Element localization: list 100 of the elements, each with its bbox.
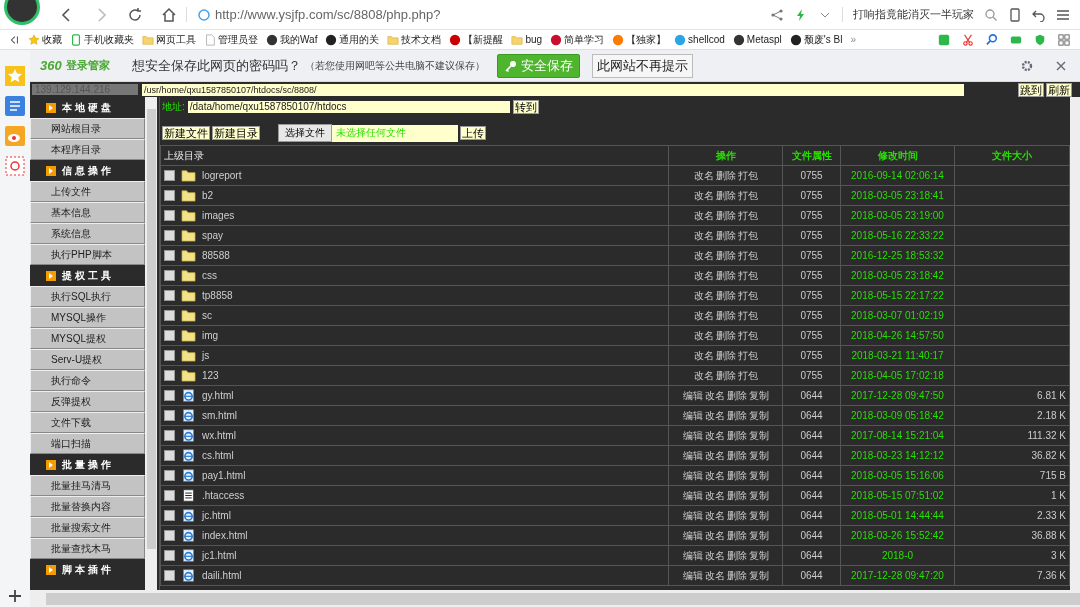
home-icon[interactable] — [160, 5, 178, 24]
menu-icon[interactable] — [1056, 7, 1070, 22]
action-link[interactable]: 删除 — [726, 569, 747, 581]
checkbox[interactable] — [164, 410, 175, 421]
sidebar-toggle-icon[interactable] — [8, 33, 20, 46]
file-name[interactable]: pay1.html — [202, 470, 246, 481]
menu-item[interactable]: 批量挂马清马 — [30, 475, 145, 496]
action-link[interactable]: 删除 — [715, 269, 736, 281]
document-icon[interactable] — [5, 96, 25, 116]
menu-item[interactable]: 端口扫描 — [30, 433, 145, 454]
action-link[interactable]: 删除 — [715, 249, 736, 261]
checkbox[interactable] — [164, 370, 175, 381]
bookmark-link[interactable]: 通用的关 — [339, 32, 380, 47]
action-link[interactable]: 编辑 — [682, 469, 703, 481]
file-name[interactable]: .htaccess — [202, 490, 245, 501]
action-link[interactable]: 删除 — [726, 389, 747, 401]
action-link[interactable]: 改名 — [704, 409, 725, 421]
bookmark-link[interactable]: 【独家】 — [626, 32, 667, 47]
action-link[interactable]: 打包 — [737, 269, 758, 281]
action-link[interactable]: 删除 — [715, 209, 736, 221]
file-name[interactable]: logreport — [202, 170, 242, 181]
tablet-icon[interactable] — [1008, 7, 1022, 22]
action-link[interactable]: 删除 — [726, 469, 747, 481]
checkbox[interactable] — [164, 470, 175, 481]
menu-item[interactable]: 执行命令 — [30, 370, 145, 391]
settings-icon[interactable] — [1020, 58, 1034, 73]
action-link[interactable]: 复制 — [748, 529, 769, 541]
file-name[interactable]: jc1.html — [202, 550, 237, 561]
file-name[interactable]: js — [202, 350, 210, 361]
action-link[interactable]: 删除 — [715, 289, 736, 301]
bookmark-link[interactable]: bug — [525, 34, 543, 45]
address-field[interactable]: /data/home/qxu1587850107/htdocs — [187, 101, 510, 113]
menu-item[interactable]: 基本信息 — [30, 202, 145, 223]
file-name[interactable]: index.html — [202, 530, 248, 541]
search-icon[interactable] — [984, 7, 998, 22]
bookmark-link[interactable]: Metaspl — [746, 34, 782, 45]
menu-scrollbar[interactable] — [145, 97, 157, 590]
bookmark-link[interactable]: 网页工具 — [156, 32, 196, 47]
reload-icon[interactable] — [126, 5, 144, 24]
bookmark-link[interactable]: 【新提醒 — [463, 32, 504, 47]
checkbox[interactable] — [164, 390, 175, 401]
action-link[interactable]: 改名 — [704, 569, 725, 581]
action-link[interactable]: 复制 — [748, 509, 769, 521]
file-name[interactable]: daili.html — [202, 570, 242, 581]
file-name[interactable]: css — [202, 270, 217, 281]
checkbox[interactable] — [164, 350, 175, 361]
menu-item[interactable]: 执行PHP脚本 — [30, 244, 145, 265]
action-link[interactable]: 删除 — [726, 489, 747, 501]
bookmark-link[interactable]: 我的Waf — [280, 32, 318, 47]
action-link[interactable]: 删除 — [715, 349, 736, 361]
action-link[interactable]: 改名 — [704, 389, 725, 401]
new-folder-button[interactable]: 新建目录 — [212, 126, 260, 140]
bookmark-link[interactable]: 技术文档 — [401, 32, 442, 47]
action-link[interactable]: 打包 — [737, 349, 758, 361]
file-name[interactable]: b2 — [202, 190, 214, 201]
scrollbar[interactable] — [1070, 97, 1080, 590]
file-name[interactable]: 88588 — [202, 250, 230, 261]
file-name[interactable]: tp8858 — [202, 290, 233, 301]
action-link[interactable]: 改名 — [693, 349, 714, 361]
never-ask-button[interactable]: 此网站不再提示 — [591, 53, 693, 78]
checkbox[interactable] — [164, 450, 175, 461]
menu-item[interactable]: 文件下载 — [30, 412, 145, 433]
file-name[interactable]: wx.html — [202, 430, 236, 441]
more-bookmarks-button[interactable]: » — [850, 34, 856, 45]
file-name[interactable]: cs.html — [202, 450, 234, 461]
action-link[interactable]: 删除 — [726, 449, 747, 461]
action-link[interactable]: 改名 — [693, 329, 714, 341]
star-icon[interactable] — [5, 66, 25, 86]
checkbox[interactable] — [164, 510, 175, 521]
menu-item[interactable]: MYSQL提权 — [30, 328, 145, 349]
checkbox[interactable] — [164, 250, 175, 261]
action-link[interactable]: 打包 — [737, 189, 758, 201]
checkbox[interactable] — [164, 210, 175, 221]
shield-icon[interactable] — [1034, 33, 1046, 46]
menu-item[interactable]: 批量替换内容 — [30, 496, 145, 517]
action-link[interactable]: 打包 — [737, 249, 758, 261]
action-link[interactable]: 编辑 — [682, 429, 703, 441]
file-name[interactable]: jc.html — [202, 510, 231, 521]
bookmark-link[interactable]: 收藏 — [42, 32, 62, 47]
action-link[interactable]: 编辑 — [682, 389, 703, 401]
action-link[interactable]: 改名 — [693, 169, 714, 181]
bookmark-link[interactable]: 简单学习 — [564, 32, 605, 47]
bookmark-link[interactable]: shellcod — [688, 34, 725, 45]
action-link[interactable]: 删除 — [726, 529, 747, 541]
action-link[interactable]: 打包 — [737, 329, 758, 341]
search-field[interactable]: 打响指竟能消灭一半玩家 — [842, 7, 974, 22]
action-link[interactable]: 复制 — [748, 469, 769, 481]
checkbox[interactable] — [164, 290, 175, 301]
checkbox[interactable] — [164, 170, 175, 181]
menu-item[interactable]: 批量查找木马 — [30, 538, 145, 559]
action-link[interactable]: 复制 — [748, 429, 769, 441]
action-link[interactable]: 复制 — [748, 449, 769, 461]
action-link[interactable]: 删除 — [726, 409, 747, 421]
file-name[interactable]: spay — [202, 230, 224, 241]
action-link[interactable]: 改名 — [693, 249, 714, 261]
action-link[interactable]: 复制 — [748, 409, 769, 421]
action-link[interactable]: 复制 — [748, 549, 769, 561]
action-link[interactable]: 编辑 — [682, 529, 703, 541]
action-link[interactable]: 改名 — [704, 449, 725, 461]
new-file-button[interactable]: 新建文件 — [162, 126, 210, 140]
